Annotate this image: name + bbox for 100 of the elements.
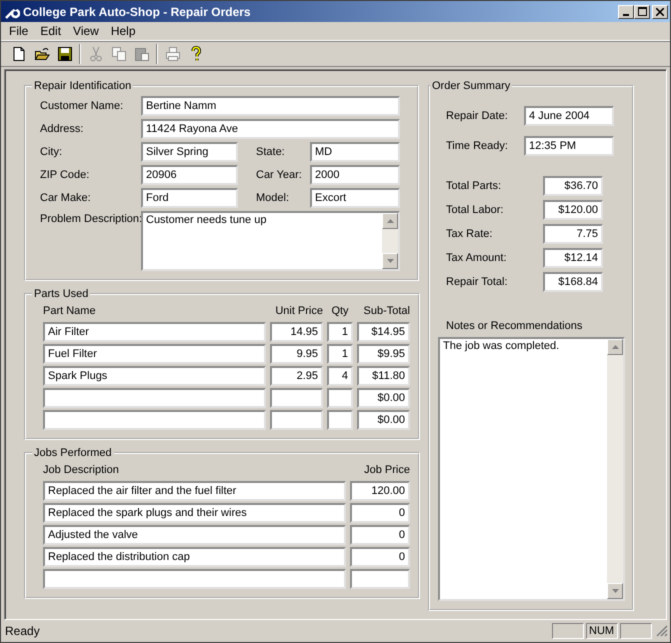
address-field[interactable]: 11424 Rayona Ave	[141, 119, 400, 139]
job-price-field[interactable]	[350, 569, 410, 589]
job-description-field[interactable]: Replaced the spark plugs and their wires	[43, 503, 346, 523]
field-label: Customer Name:	[40, 100, 124, 112]
part-name-field[interactable]: Spark Plugs	[43, 366, 266, 386]
unit-price-field[interactable]	[270, 410, 323, 430]
sub-total-field[interactable]: $0.00	[357, 410, 410, 430]
field-label: Repair Total:	[446, 276, 509, 288]
sub-total-field[interactable]: $14.95	[357, 322, 410, 342]
num-lock-indicator: NUM	[586, 623, 618, 639]
part-name-field[interactable]: Fuel Filter	[43, 344, 266, 364]
field-label: Repair Date:	[446, 110, 509, 122]
quantity-field[interactable]: 4	[327, 366, 353, 386]
job-description-field[interactable]	[43, 569, 346, 589]
column-header: Job Description	[43, 463, 120, 478]
field-label: Total Labor:	[446, 204, 504, 216]
sub-total-field[interactable]: $11.80	[357, 366, 410, 386]
car-make-field[interactable]: Ford	[141, 188, 238, 208]
window-title: College Park Auto-Shop - Repair Orders	[23, 4, 252, 18]
field-label: Tax Amount:	[446, 252, 508, 264]
total-field[interactable]: $12.14	[543, 248, 603, 268]
up-arrow-icon	[386, 219, 394, 223]
close-icon	[656, 8, 664, 16]
zip-code-field[interactable]: 20906	[141, 165, 238, 185]
car-year-field[interactable]: 2000	[310, 165, 400, 185]
notes-text: The job was completed.	[442, 339, 560, 353]
resize-grip-icon[interactable]	[656, 625, 668, 637]
maximize-button[interactable]	[634, 4, 650, 18]
status-text: Ready	[5, 624, 41, 638]
quantity-field[interactable]: 1	[327, 322, 353, 342]
total-field[interactable]: 7.75	[543, 224, 603, 244]
column-header: Part Name	[43, 304, 97, 319]
total-field[interactable]: $168.84	[543, 272, 603, 292]
unit-price-field[interactable]	[270, 388, 323, 408]
maximize-icon	[638, 7, 646, 16]
clipboard-icon	[134, 46, 150, 62]
unit-price-field[interactable]: 2.95	[270, 366, 323, 386]
column-header: Job Price	[363, 463, 410, 478]
repair-date-field[interactable]: 4 June 2004	[524, 106, 614, 126]
status-panel	[552, 623, 584, 639]
scroll-down-button[interactable]	[382, 253, 398, 269]
field-label: ZIP Code:	[40, 169, 90, 181]
job-price-field[interactable]: 120.00	[350, 481, 410, 501]
part-name-field[interactable]: Air Filter	[43, 322, 266, 342]
job-description-field[interactable]: Replaced the distribution cap	[43, 547, 346, 567]
down-arrow-icon	[386, 259, 394, 263]
city-field[interactable]: Silver Spring	[141, 142, 238, 162]
model-field[interactable]: Excort	[310, 188, 400, 208]
quantity-field[interactable]: 1	[327, 344, 353, 364]
menu-item[interactable]: File	[3, 24, 34, 38]
field-label: Tax Rate:	[446, 228, 494, 240]
job-price-field[interactable]: 0	[350, 525, 410, 545]
field-label: Problem Description:	[40, 212, 141, 225]
job-price-field[interactable]: 0	[350, 503, 410, 523]
scroll-up-button[interactable]	[382, 213, 398, 229]
time-ready-field[interactable]: 12:35 PM	[524, 136, 614, 156]
menu-item[interactable]: Edit	[34, 24, 68, 38]
quantity-field[interactable]	[327, 410, 353, 430]
problem-description-text: Customer needs tune up	[145, 213, 268, 227]
column-header: Unit Price	[274, 304, 323, 319]
minimize-button[interactable]	[618, 4, 634, 18]
scroll-down-button[interactable]	[607, 583, 623, 599]
job-price-field[interactable]: 0	[350, 547, 410, 567]
unit-price-field[interactable]: 9.95	[270, 344, 323, 364]
scissors-icon	[88, 46, 104, 62]
group-title: Order Summary	[431, 80, 512, 92]
copy-icon	[110, 46, 126, 62]
quantity-field[interactable]	[327, 388, 353, 408]
group-title: Repair Identification	[33, 80, 132, 92]
field-label: Car Year:	[255, 169, 303, 181]
close-button[interactable]	[652, 4, 668, 18]
job-description-field[interactable]: Replaced the air filter and the fuel filter	[43, 481, 346, 501]
open-folder-icon	[34, 46, 50, 62]
menu-item[interactable]: Help	[104, 24, 142, 38]
status-panel	[620, 623, 652, 639]
customer-name-field[interactable]: Bertine Namm	[141, 96, 400, 116]
sub-total-field[interactable]: $0.00	[357, 388, 410, 408]
field-label: Total Parts:	[446, 180, 502, 192]
blank-page-icon	[10, 46, 26, 62]
unit-price-field[interactable]: 14.95	[270, 322, 323, 342]
sub-total-field[interactable]: $9.95	[357, 344, 410, 364]
scrollbar[interactable]	[382, 213, 398, 269]
field-label: State:	[255, 146, 286, 158]
total-field[interactable]: $120.00	[543, 200, 603, 220]
field-label: Time Ready:	[446, 140, 509, 152]
scroll-up-button[interactable]	[607, 339, 623, 355]
part-name-field[interactable]	[43, 388, 266, 408]
column-header: Qty	[330, 304, 350, 319]
state-field[interactable]: MD	[310, 142, 400, 162]
menu-item[interactable]: View	[67, 24, 105, 38]
part-name-field[interactable]	[43, 410, 266, 430]
job-description-field[interactable]: Adjusted the valve	[43, 525, 346, 545]
up-arrow-icon	[612, 345, 618, 349]
field-label: Model:	[255, 192, 290, 204]
column-header: Sub-Total	[362, 304, 410, 319]
total-field[interactable]: $36.70	[543, 176, 603, 196]
group-title: Jobs Performed	[33, 447, 113, 459]
group-title: Parts Used	[33, 288, 90, 300]
field-label: Car Make:	[40, 192, 92, 204]
scrollbar[interactable]	[607, 339, 623, 599]
